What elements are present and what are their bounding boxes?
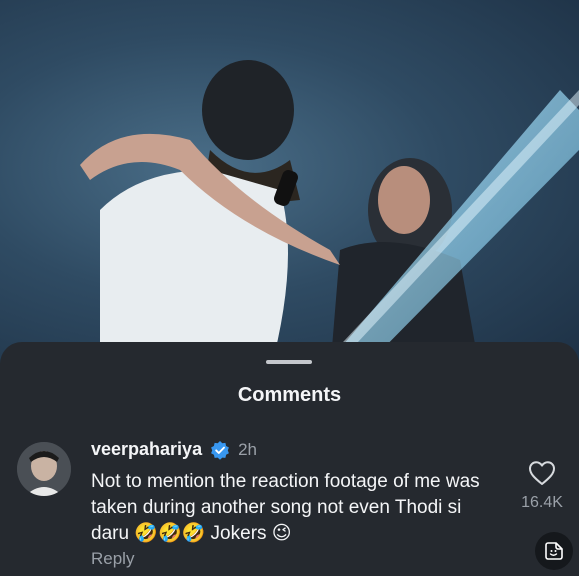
comment-header: veerpahariya 2h — [91, 439, 257, 460]
reply-button[interactable]: Reply — [91, 549, 134, 569]
sticker-button[interactable] — [535, 532, 573, 570]
sheet-title: Comments — [237, 384, 342, 406]
verified-badge-icon — [211, 440, 229, 460]
man-head — [202, 60, 294, 160]
woman-face — [378, 166, 430, 234]
drag-handle[interactable] — [266, 360, 312, 364]
comment-username[interactable]: veerpahariya — [91, 439, 202, 460]
comments-sheet: Comments veerpahariya 2h Not to mention … — [0, 342, 579, 576]
video-frame[interactable] — [0, 0, 579, 372]
comment-text: Not to mention the reaction footage of m… — [91, 471, 480, 544]
heart-outline-icon[interactable] — [528, 460, 556, 486]
comment-time: 2h — [238, 439, 257, 459]
screen: Comments veerpahariya 2h Not to mention … — [0, 0, 579, 576]
avatar[interactable] — [17, 442, 71, 496]
like-count: 16.4K — [521, 494, 563, 511]
video-scene — [80, 60, 579, 372]
avatar-image — [17, 442, 71, 496]
sticker-icon — [545, 542, 563, 560]
